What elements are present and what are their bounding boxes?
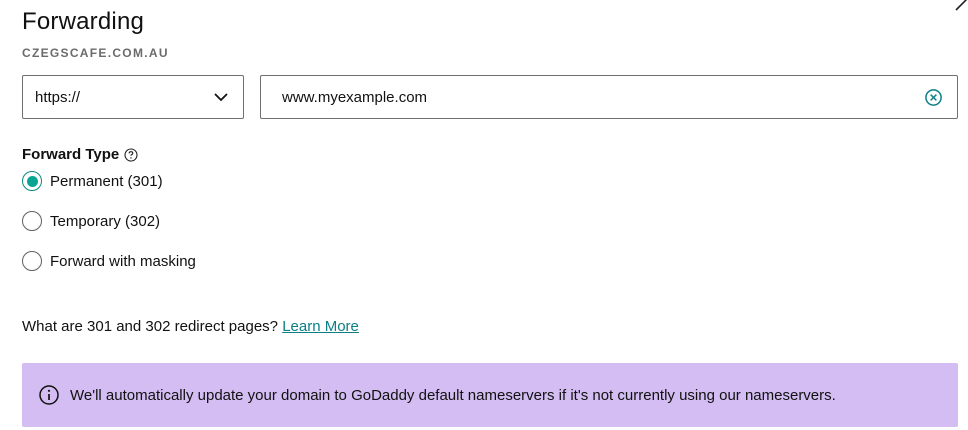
forward-type-label: Forward Type <box>22 146 120 163</box>
domain-name: CZEGSCAFE.COM.AU <box>22 46 169 60</box>
radio-label: Temporary (302) <box>50 212 161 230</box>
redirect-help-text: What are 301 and 302 redirect pages? Lea… <box>22 318 359 335</box>
radio-permanent-301[interactable]: Permanent (301) <box>22 171 163 191</box>
protocol-select-value: https:// <box>35 88 81 106</box>
nameserver-info-banner: We'll automatically update your domain t… <box>22 363 958 427</box>
forwarding-panel: Forwarding CZEGSCAFE.COM.AU https:// For… <box>0 0 968 430</box>
info-icon <box>39 385 59 405</box>
forward-url-field[interactable] <box>260 75 958 119</box>
help-icon[interactable] <box>124 147 138 162</box>
protocol-select[interactable]: https:// <box>22 75 244 119</box>
chevron-down-icon <box>214 93 228 102</box>
radio-forward-with-masking[interactable]: Forward with masking <box>22 251 196 271</box>
close-icon[interactable] <box>950 0 968 16</box>
learn-more-link[interactable]: Learn More <box>282 318 359 335</box>
redirect-question: What are 301 and 302 redirect pages? <box>22 318 279 335</box>
forward-type-heading: Forward Type <box>22 146 138 163</box>
clear-icon[interactable] <box>924 88 943 107</box>
radio-button[interactable] <box>22 211 42 231</box>
radio-label: Permanent (301) <box>50 172 163 190</box>
banner-message: We'll automatically update your domain t… <box>70 386 836 404</box>
radio-button[interactable] <box>22 171 42 191</box>
radio-button[interactable] <box>22 251 42 271</box>
page-title: Forwarding <box>22 8 145 35</box>
radio-label: Forward with masking <box>50 252 196 270</box>
forward-url-input[interactable] <box>282 88 924 106</box>
radio-temporary-302[interactable]: Temporary (302) <box>22 211 160 231</box>
